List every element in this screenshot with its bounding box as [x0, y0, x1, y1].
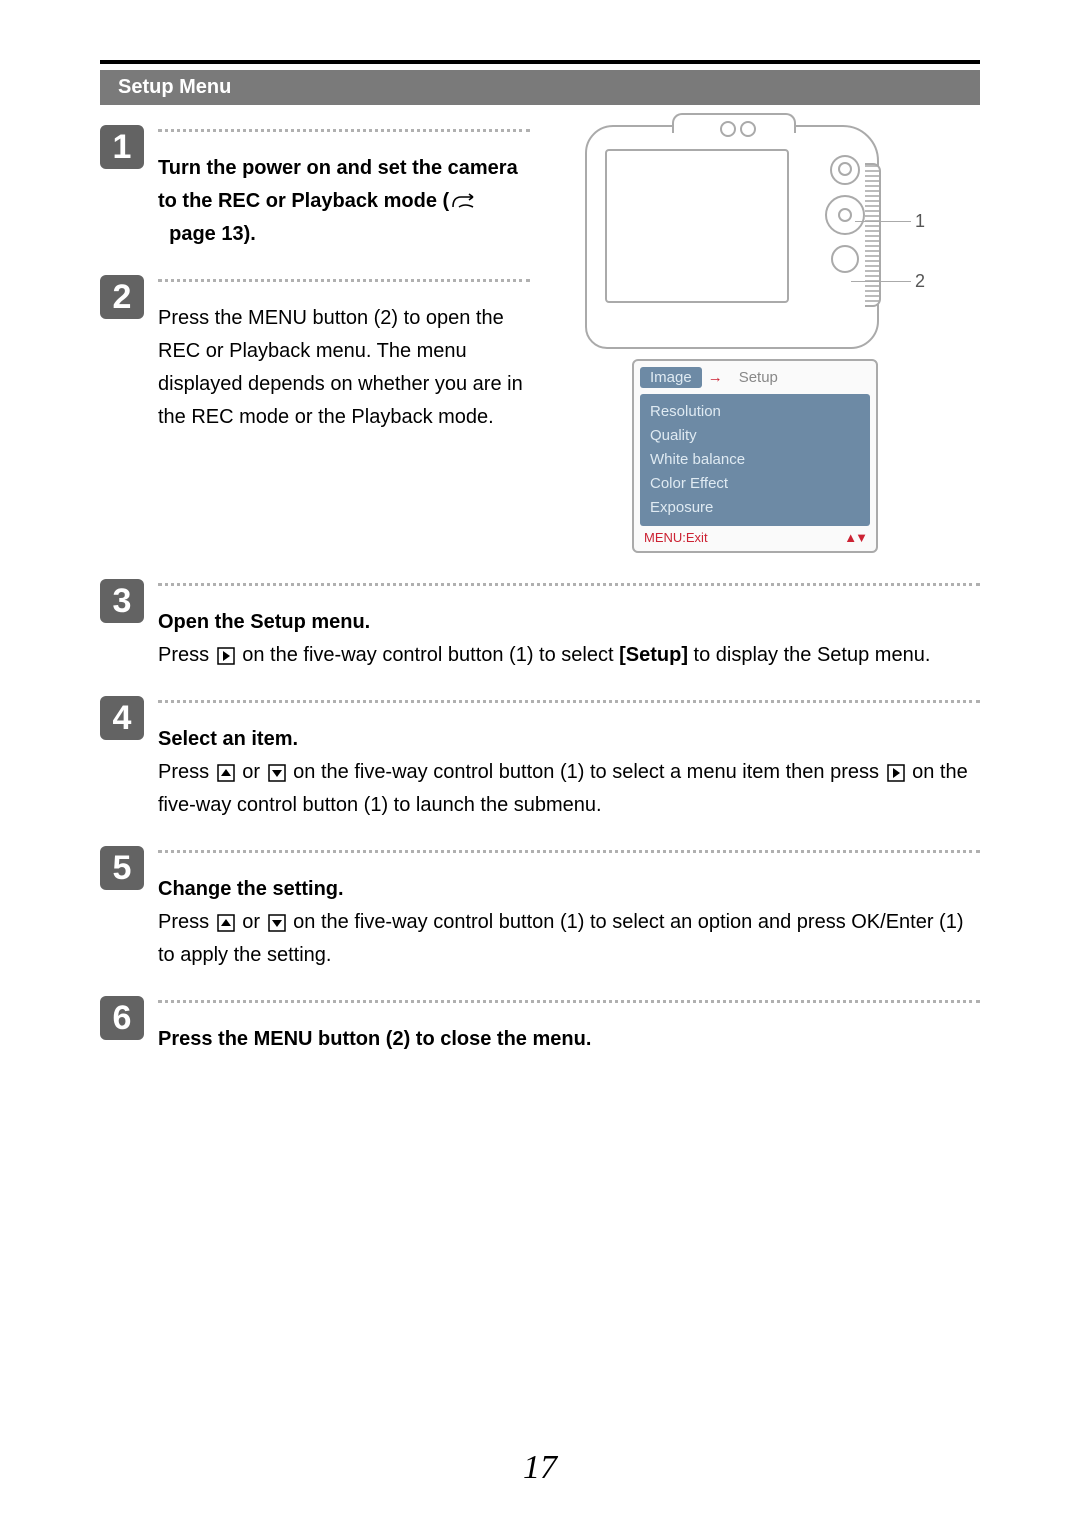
- step-body: Change the setting. Press or on the five…: [158, 846, 980, 972]
- step-body: Turn the power on and set the camera to …: [158, 125, 530, 251]
- step-body: Press the MENU button (2) to close the m…: [158, 996, 980, 1056]
- step-1: 1 Turn the power on and set the camera t…: [100, 125, 530, 251]
- manual-page: Setup Menu 1 Turn the power on and set t…: [0, 0, 1080, 1527]
- step-title-text: Turn the power on and set the camera to …: [158, 157, 518, 245]
- step-6: 6 Press the MENU button (2) to close the…: [100, 996, 980, 1056]
- menu-item: Color Effect: [650, 472, 860, 496]
- step-body-text: Press on the five-way control button (1)…: [158, 639, 980, 672]
- step-number: 1: [100, 125, 144, 169]
- section-title-bar: Setup Menu: [100, 70, 980, 105]
- section-title-text: Setup Menu: [118, 76, 231, 98]
- menu-item-list: Resolution Quality White balance Color E…: [640, 394, 870, 526]
- page-number: 17: [0, 1449, 1080, 1487]
- menu-item: White balance: [650, 448, 860, 472]
- page-ref-icon: [451, 193, 481, 211]
- step-title-text: Press the MENU button (2) to close the m…: [158, 1023, 980, 1056]
- up-arrow-boxed-icon: [217, 914, 235, 932]
- step-number: 6: [100, 996, 144, 1040]
- menu-item: Exposure: [650, 496, 860, 520]
- callout-leader-1: [855, 221, 911, 222]
- tab-image: Image: [640, 367, 702, 388]
- tab-arrow-icon: →: [708, 369, 723, 386]
- step-body: Press the MENU button (2) to open the RE…: [158, 275, 530, 434]
- callout-2: 2: [915, 271, 925, 292]
- step-number: 2: [100, 275, 144, 319]
- diagram-column: 1 2 Image → Setup Resolution Quality Whi…: [530, 125, 980, 553]
- step-body: Select an item. Press or on the five-way…: [158, 696, 980, 822]
- step-title-text: Change the setting.: [158, 873, 980, 906]
- step-number: 4: [100, 696, 144, 740]
- content-area: 1 Turn the power on and set the camera t…: [100, 105, 980, 1056]
- camera-diagram: 1 2 Image → Setup Resolution Quality Whi…: [585, 125, 925, 553]
- right-arrow-boxed-icon: [217, 647, 235, 665]
- menu-screenshot: Image → Setup Resolution Quality White b…: [632, 359, 878, 553]
- step-number: 5: [100, 846, 144, 890]
- menu-footer: MENU:Exit ▲▼: [640, 530, 870, 545]
- step-body-text: Press or on the five-way control button …: [158, 756, 980, 822]
- top-two-column: 1 Turn the power on and set the camera t…: [100, 125, 980, 553]
- down-arrow-boxed-icon: [268, 764, 286, 782]
- step-4: 4 Select an item. Press or on the five-w…: [100, 696, 980, 822]
- step-number: 3: [100, 579, 144, 623]
- menu-nav-arrows-icon: ▲▼: [844, 530, 866, 545]
- step-body: Open the Setup menu. Press on the five-w…: [158, 579, 980, 672]
- camera-body-outline: [585, 125, 879, 349]
- steps-1-2-column: 1 Turn the power on and set the camera t…: [100, 125, 530, 458]
- menu-exit-label: MENU:Exit: [644, 530, 708, 545]
- camera-mode-dial: [830, 155, 860, 185]
- menu-item: Quality: [650, 424, 860, 448]
- right-arrow-boxed-icon: [887, 764, 905, 782]
- step-5: 5 Change the setting. Press or on the fi…: [100, 846, 980, 972]
- dotted-divider: [158, 850, 980, 867]
- callout-leader-2: [851, 281, 911, 282]
- dotted-divider: [158, 583, 980, 600]
- dotted-divider: [158, 279, 530, 296]
- dotted-divider: [158, 129, 530, 146]
- dotted-divider: [158, 700, 980, 717]
- dotted-divider: [158, 1000, 980, 1017]
- callout-1: 1: [915, 211, 925, 232]
- step-2: 2 Press the MENU button (2) to open the …: [100, 275, 530, 434]
- tab-setup: Setup: [729, 367, 788, 388]
- step-3: 3 Open the Setup menu. Press on the five…: [100, 579, 980, 672]
- camera-controls: [825, 155, 865, 273]
- camera-screen: [605, 149, 789, 303]
- top-rule: [100, 60, 980, 64]
- camera-top-bump: [672, 113, 796, 133]
- step-body-text: Press or on the five-way control button …: [158, 906, 980, 972]
- menu-item: Resolution: [650, 400, 860, 424]
- down-arrow-boxed-icon: [268, 914, 286, 932]
- camera-five-way-button: [825, 195, 865, 235]
- camera-grip: [865, 163, 881, 307]
- step-title-text: Open the Setup menu.: [158, 606, 980, 639]
- camera-menu-button: [831, 245, 859, 273]
- up-arrow-boxed-icon: [217, 764, 235, 782]
- step-title-text: Select an item.: [158, 723, 980, 756]
- step-body-text: Press the MENU button (2) to open the RE…: [158, 307, 523, 428]
- menu-tabs: Image → Setup: [640, 367, 870, 388]
